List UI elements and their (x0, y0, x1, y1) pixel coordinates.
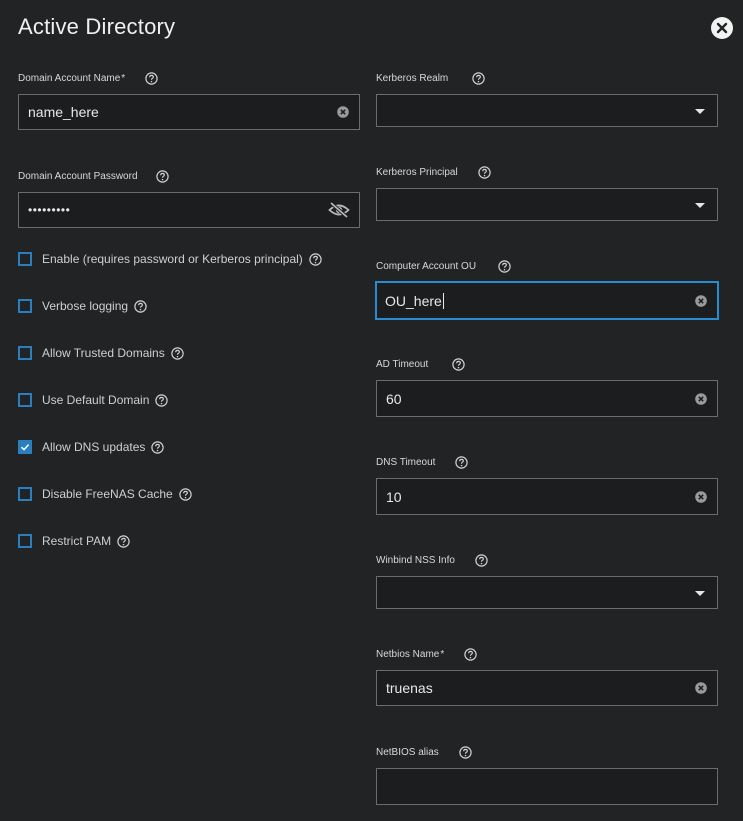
chevron-down-icon[interactable] (695, 202, 705, 208)
domain-account-name-value: name_here (28, 104, 99, 120)
checkbox-label: Disable FreeNAS Cache (42, 487, 173, 501)
checkbox-row[interactable]: Verbose logging (18, 299, 147, 313)
help-circle-icon[interactable] (155, 393, 169, 407)
ad-timeout-label: AD Timeout (376, 358, 465, 371)
help-circle-icon[interactable] (145, 72, 158, 85)
netbios-name-label: Netbios Name * (376, 648, 477, 661)
chevron-down-icon[interactable] (695, 108, 705, 114)
clear-circle-icon[interactable] (695, 490, 707, 503)
checkbox[interactable] (18, 299, 32, 313)
help-circle-icon[interactable] (452, 358, 465, 371)
netbios-alias-label: NetBIOS alias (376, 746, 472, 759)
active-directory-dialog: Active Directory Domain Account Name * na… (0, 0, 743, 821)
dns-timeout-input[interactable]: 10 (376, 478, 718, 515)
checkbox-row[interactable]: Use Default Domain (18, 393, 169, 407)
help-circle-icon[interactable] (464, 648, 477, 661)
clear-circle-icon[interactable] (695, 392, 707, 405)
kerberos-realm-select[interactable] (376, 94, 718, 127)
checkbox-row[interactable]: Enable (requires password or Kerberos pr… (18, 252, 322, 266)
checkbox-label: Enable (requires password or Kerberos pr… (42, 252, 303, 266)
checkbox-row[interactable]: Disable FreeNAS Cache (18, 487, 192, 501)
help-circle-icon[interactable] (459, 746, 472, 759)
dns-timeout-value: 10 (386, 488, 402, 505)
checkbox-label: Verbose logging (42, 299, 129, 313)
netbios-name-value: truenas (386, 680, 433, 696)
chevron-down-icon[interactable] (695, 590, 705, 596)
checkbox-label: Restrict PAM (42, 534, 112, 548)
checkbox[interactable] (18, 252, 32, 266)
winbind-nss-info-select[interactable] (376, 576, 718, 609)
help-circle-icon[interactable] (455, 456, 469, 469)
clear-circle-icon[interactable] (337, 106, 349, 118)
domain-account-name-label: Domain Account Name * (18, 72, 158, 85)
clear-circle-icon[interactable] (695, 294, 707, 307)
computer-account-ou-value: OU_here (385, 292, 444, 309)
kerberos-realm-label: Kerberos Realm (376, 72, 485, 85)
checkbox-label: Allow Trusted Domains (42, 346, 165, 360)
help-circle-icon[interactable] (155, 170, 169, 183)
checkbox-checked[interactable] (18, 440, 32, 454)
help-circle-icon[interactable] (151, 440, 165, 454)
clear-circle-icon[interactable] (695, 682, 707, 694)
close-icon (716, 22, 728, 34)
kerberos-principal-label: Kerberos Principal (376, 166, 491, 179)
netbios-name-input[interactable]: truenas (376, 670, 718, 706)
domain-account-name-input[interactable]: name_here (18, 94, 360, 130)
domain-account-password-input[interactable]: ••••••••• (18, 192, 360, 228)
close-button[interactable] (711, 17, 733, 39)
help-circle-icon[interactable] (134, 299, 147, 313)
help-circle-icon[interactable] (475, 554, 488, 567)
ad-timeout-input[interactable]: 60 (376, 380, 718, 417)
help-circle-icon[interactable] (171, 346, 184, 360)
netbios-alias-input[interactable] (376, 768, 718, 805)
check-icon (20, 444, 30, 451)
checkbox-label: Allow DNS updates (42, 440, 146, 454)
checkbox[interactable] (18, 487, 32, 501)
domain-account-password-value: ••••••••• (28, 203, 71, 217)
help-circle-icon[interactable] (498, 260, 511, 273)
kerberos-principal-select[interactable] (376, 188, 718, 221)
help-circle-icon[interactable] (472, 72, 485, 85)
checkbox-row[interactable]: Restrict PAM (18, 534, 130, 548)
checkbox-row[interactable]: Allow DNS updates (18, 440, 165, 454)
winbind-nss-info-label: Winbind NSS Info (376, 554, 488, 567)
text-cursor (442, 292, 444, 309)
help-circle-icon[interactable] (179, 487, 192, 501)
dialog-title: Active Directory (18, 14, 176, 39)
help-circle-icon[interactable] (478, 166, 491, 179)
domain-account-password-label: Domain Account Password (18, 170, 169, 183)
computer-account-ou-label: Computer Account OU (376, 260, 511, 273)
checkbox-label: Use Default Domain (42, 393, 150, 407)
checkbox[interactable] (18, 534, 32, 548)
help-circle-icon[interactable] (309, 252, 322, 266)
help-circle-icon[interactable] (117, 534, 130, 548)
checkbox[interactable] (18, 393, 32, 407)
computer-account-ou-input[interactable]: OU_here (375, 281, 719, 320)
visibility-off-icon[interactable] (328, 201, 350, 219)
dns-timeout-label: DNS Timeout (376, 456, 469, 469)
ad-timeout-value: 60 (386, 390, 402, 407)
checkbox-row[interactable]: Allow Trusted Domains (18, 346, 184, 360)
checkbox[interactable] (18, 346, 32, 360)
